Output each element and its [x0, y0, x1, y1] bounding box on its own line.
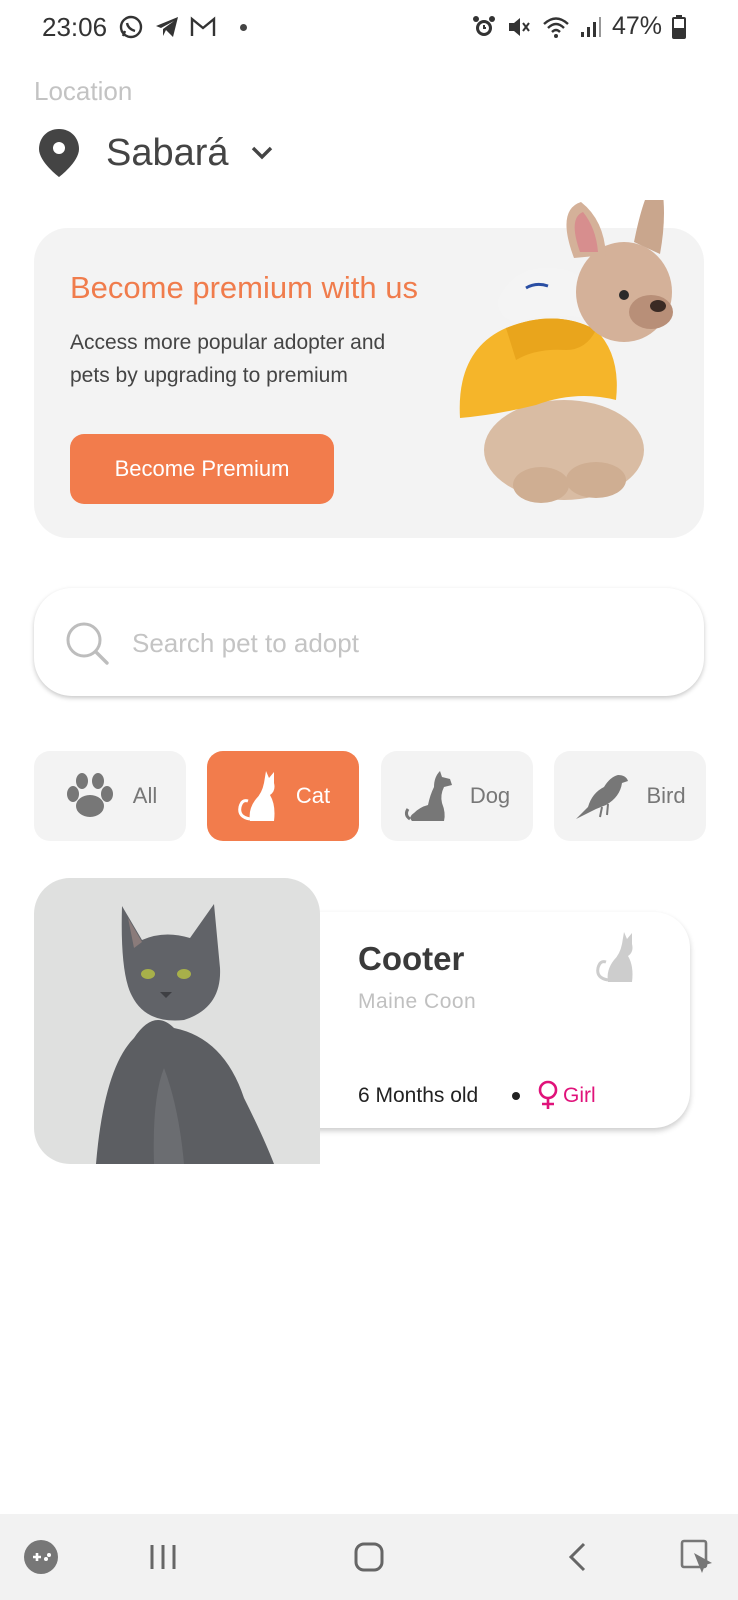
back-icon [568, 1542, 586, 1572]
pet-gender: Girl [563, 1084, 596, 1107]
category-label: Cat [295, 783, 331, 808]
location-label: Location [34, 76, 133, 106]
game-launcher-icon [24, 1540, 58, 1574]
search-input[interactable] [130, 618, 674, 668]
search-icon [66, 622, 109, 665]
pet-name: Cooter [358, 940, 465, 977]
pet-breed: Maine Coon [358, 990, 477, 1013]
status-bar: 23:06 47% [0, 0, 738, 58]
pet-age: 6 Months old [358, 1084, 479, 1107]
home-button[interactable] [344, 1514, 394, 1600]
premium-description: Access more popular adopter and pets by … [70, 331, 386, 387]
category-tab-cat[interactable]: Cat [207, 751, 359, 841]
mute-icon [508, 17, 530, 36]
recent-apps-button[interactable] [138, 1514, 188, 1600]
recent-apps-icon [150, 1545, 176, 1569]
system-navigation-bar [0, 1514, 738, 1600]
category-tab-bird[interactable]: Bird [554, 751, 706, 841]
category-label: Dog [469, 783, 511, 808]
category-label: Bird [646, 783, 686, 808]
separator-dot [512, 1092, 520, 1100]
assistant-icon [680, 1539, 712, 1573]
search-bar[interactable] [34, 588, 704, 696]
assistant-button[interactable] [672, 1514, 722, 1600]
gmail-icon [190, 16, 216, 36]
alarm-icon [472, 15, 495, 36]
battery-percentage: 47% [611, 12, 662, 40]
dog-illustration [459, 200, 673, 503]
wifi-icon [543, 16, 569, 38]
location-pin-icon [39, 129, 79, 177]
whatsapp-icon [119, 15, 143, 39]
premium-banner: Become premium with us Access more popul… [34, 200, 704, 538]
signal-icon [580, 16, 601, 37]
premium-title: Become premium with us [70, 270, 419, 305]
status-time: 23:06 [42, 12, 108, 42]
category-label: All [132, 783, 158, 808]
pet-photo[interactable] [34, 878, 320, 1164]
female-icon [538, 1080, 558, 1109]
category-tab-all[interactable]: All [34, 751, 186, 841]
cat-photo [96, 904, 274, 1164]
battery-icon [672, 14, 686, 39]
game-launcher-button[interactable] [16, 1514, 66, 1600]
category-tab-dog[interactable]: Dog [381, 751, 533, 841]
cat-icon [238, 771, 275, 821]
paw-icon [66, 773, 113, 817]
bird-icon [576, 775, 629, 819]
cat-icon [596, 932, 633, 982]
telegram-icon [156, 17, 178, 37]
home-icon [354, 1542, 384, 1572]
back-button[interactable] [552, 1514, 602, 1600]
location-city: Sabará [106, 131, 229, 174]
location-selector[interactable]: Sabará [38, 128, 273, 178]
become-premium-button[interactable]: Become Premium [70, 434, 334, 504]
chevron-down-icon [251, 146, 272, 160]
dog-icon [404, 771, 452, 821]
notification-dot [240, 23, 247, 31]
